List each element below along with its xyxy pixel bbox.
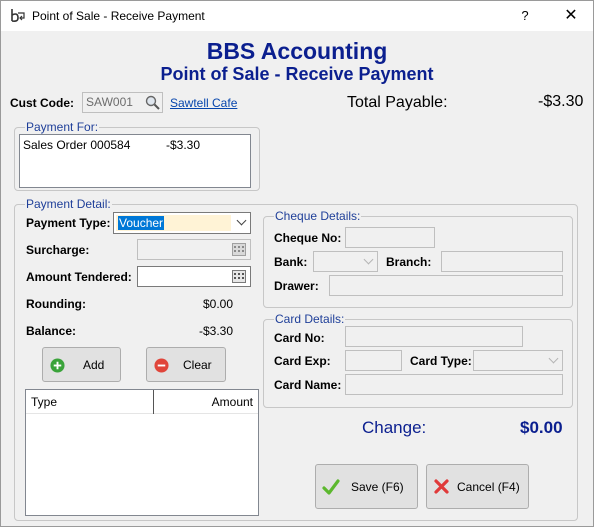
payment-for-title: Payment For: — [25, 120, 100, 134]
payment-for-amount: -$3.30 — [166, 138, 201, 152]
payment-type-value: Voucher — [118, 216, 165, 230]
calculator-icon[interactable] — [232, 270, 246, 283]
column-header-type[interactable]: Type — [31, 395, 57, 409]
balance-label: Balance: — [26, 324, 77, 338]
bank-select[interactable] — [313, 251, 378, 272]
payments-table[interactable]: Type Amount — [25, 389, 259, 516]
pos-receive-payment-window: Point of Sale - Receive Payment ? ✕ BBS … — [0, 0, 594, 527]
card-name-label: Card Name: — [274, 378, 342, 392]
drawer-label: Drawer: — [274, 279, 319, 293]
amount-tendered-label: Amount Tendered: — [26, 270, 132, 284]
branch-input[interactable] — [441, 251, 563, 272]
customer-name-link[interactable]: Sawtell Cafe — [170, 96, 237, 110]
payment-type-label: Payment Type: — [26, 216, 111, 230]
save-button-label: Save (F6) — [351, 480, 404, 494]
close-button[interactable]: ✕ — [556, 6, 586, 26]
card-name-input[interactable] — [345, 374, 563, 395]
clear-button-label: Clear — [183, 358, 212, 372]
card-type-label: Card Type: — [410, 354, 472, 368]
chevron-down-icon[interactable] — [236, 215, 247, 226]
change-label: Change: — [362, 418, 427, 437]
add-button-label: Add — [83, 358, 105, 372]
list-item[interactable]: Sales Order 000584 -$3.30 — [23, 138, 243, 154]
add-button[interactable]: Add — [42, 347, 121, 382]
card-exp-input[interactable] — [345, 350, 402, 371]
card-no-input[interactable] — [345, 326, 523, 347]
payment-detail-title: Payment Detail: — [25, 197, 112, 211]
total-payable-label: Total Payable: — [347, 94, 448, 111]
chevron-down-icon[interactable] — [363, 254, 374, 265]
surcharge-label: Surcharge: — [26, 243, 90, 257]
change-value: $0.00 — [520, 418, 563, 437]
company-heading: BBS Accounting — [206, 38, 388, 64]
surcharge-input[interactable] — [137, 239, 251, 260]
cheque-details-title: Cheque Details: — [274, 209, 362, 223]
payment-type-select[interactable]: Voucher — [113, 212, 251, 234]
cancel-button[interactable]: Cancel (F4) — [426, 464, 529, 509]
app-icon — [11, 9, 25, 22]
cancel-button-label: Cancel (F4) — [457, 480, 520, 494]
help-button[interactable]: ? — [510, 6, 540, 26]
plus-icon — [50, 358, 65, 373]
amount-tendered-input[interactable] — [137, 266, 251, 287]
form-heading: Point of Sale - Receive Payment — [160, 64, 434, 84]
card-exp-label: Card Exp: — [274, 354, 331, 368]
cust-code-value: SAW001 — [86, 95, 133, 109]
column-header-amount[interactable]: Amount — [212, 395, 253, 409]
title-bar[interactable]: Point of Sale - Receive Payment ? ✕ — [1, 1, 593, 31]
rounding-value: $0.00 — [203, 297, 234, 311]
search-icon[interactable] — [145, 95, 160, 110]
clear-button[interactable]: Clear — [146, 347, 226, 382]
cust-code-label: Cust Code: — [10, 96, 74, 110]
checkmark-icon — [322, 479, 340, 495]
total-payable-value: -$3.30 — [538, 93, 584, 110]
branch-label: Branch: — [386, 255, 432, 269]
save-button[interactable]: Save (F6) — [315, 464, 418, 509]
drawer-input[interactable] — [329, 275, 563, 296]
cheque-no-input[interactable] — [345, 227, 435, 248]
bank-label: Bank: — [274, 255, 308, 269]
cust-code-input[interactable]: SAW001 — [82, 92, 163, 113]
payment-for-desc: Sales Order 000584 — [23, 138, 131, 152]
card-details-title: Card Details: — [274, 312, 346, 326]
minus-icon — [154, 358, 169, 373]
window-title: Point of Sale - Receive Payment — [32, 9, 205, 23]
cheque-no-label: Cheque No: — [274, 231, 342, 245]
balance-value: -$3.30 — [199, 324, 234, 338]
rounding-label: Rounding: — [26, 297, 86, 311]
payment-for-group: Payment For: Sales Order 000584 -$3.30 — [14, 120, 260, 191]
card-type-select[interactable] — [473, 350, 563, 371]
calculator-icon[interactable] — [232, 243, 246, 256]
payment-for-list[interactable]: Sales Order 000584 -$3.30 — [19, 134, 251, 188]
table-header: Type Amount — [26, 390, 258, 414]
cancel-x-icon — [434, 479, 449, 494]
chevron-down-icon[interactable] — [548, 353, 559, 364]
card-no-label: Card No: — [274, 331, 325, 345]
